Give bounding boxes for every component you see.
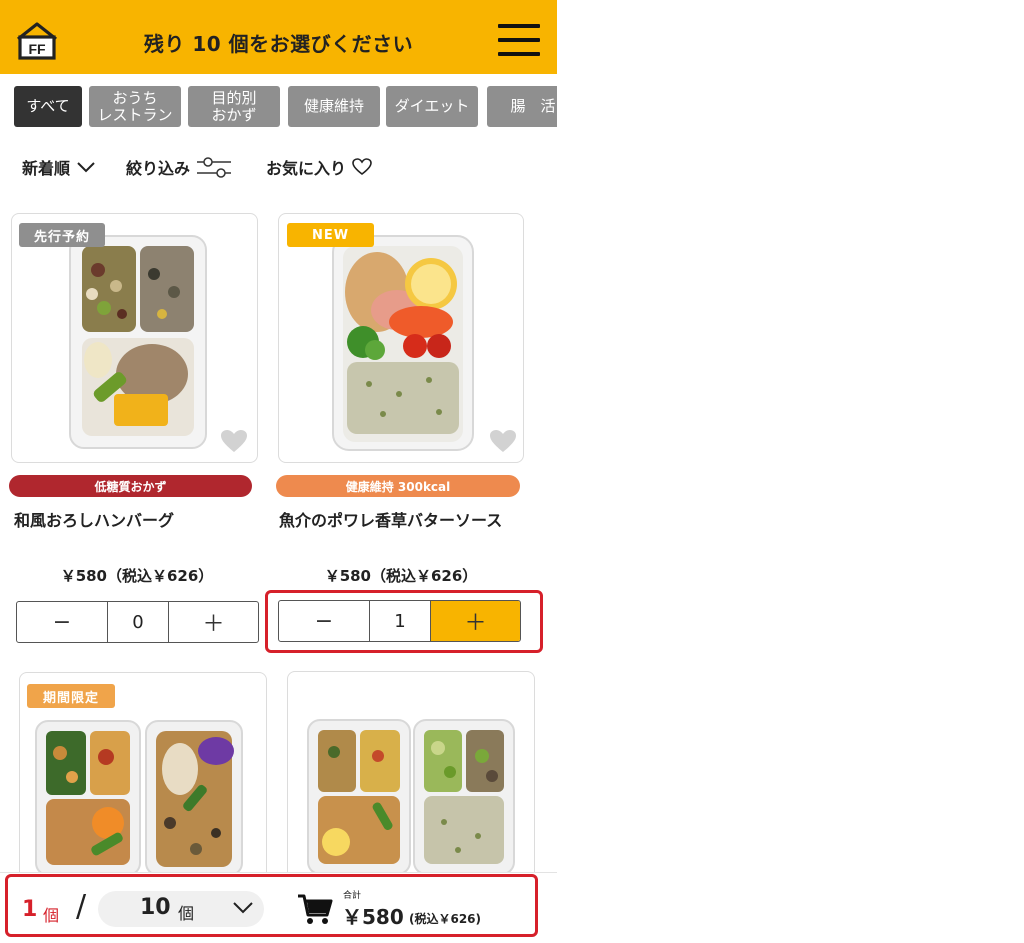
hamburger-menu-icon[interactable] (498, 24, 540, 60)
product-price: ￥580（税込￥626） (60, 567, 214, 585)
tab-diet[interactable]: ダイエット (386, 86, 478, 127)
limited-time-badge: 期間限定 (27, 684, 115, 708)
product-image[interactable] (287, 671, 535, 882)
quantity-value: 0 (107, 602, 169, 642)
filter-label: 絞り込み (126, 159, 191, 178)
summary-highlight-box (5, 874, 538, 937)
meal-tray-image (69, 235, 207, 449)
category-pill: 健康維持 300kcal (276, 475, 520, 497)
logo-text: FF (28, 41, 46, 57)
stepper-highlight-box (265, 590, 543, 653)
favorite-heart-icon[interactable] (489, 429, 517, 453)
increment-button[interactable]: ＋ (169, 602, 258, 642)
sort-newest-dropdown[interactable]: 新着順 (22, 155, 96, 179)
quantity-stepper: − 0 ＋ (16, 601, 259, 643)
sort-filter-row: 新着順 絞り込み お気に入り (22, 155, 542, 181)
sort-newest-label: 新着順 (22, 159, 71, 178)
category-pill: 低糖質おかず (9, 475, 252, 497)
product-image[interactable] (11, 213, 258, 463)
favorite-heart-icon[interactable] (220, 429, 248, 453)
app-screen: FF 残り 10 個をお選びください すべて おうち レストラン 目的別 おかず… (0, 0, 557, 943)
home-logo-icon[interactable]: FF (14, 21, 60, 61)
heart-outline-icon (352, 158, 372, 176)
meal-tray-image (332, 235, 474, 451)
header-bar: FF 残り 10 個をお選びください (0, 0, 557, 74)
product-name[interactable]: 和風おろしハンバーグ (14, 507, 174, 531)
tab-home-restaurant[interactable]: おうち レストラン (89, 86, 181, 127)
tab-health[interactable]: 健康維持 (288, 86, 380, 127)
product-image[interactable] (278, 213, 524, 463)
new-badge: NEW (287, 223, 374, 247)
tab-all[interactable]: すべて (14, 86, 82, 127)
tab-gut-health[interactable]: 腸 活 (487, 86, 557, 127)
product-price: ￥580（税込￥626） (324, 567, 478, 585)
filter-sliders-icon (197, 157, 232, 178)
tab-purpose-dishes[interactable]: 目的別 おかず (188, 86, 280, 127)
favorites-label: お気に入り (266, 159, 347, 178)
chevron-down-icon (77, 162, 95, 173)
decrement-button[interactable]: − (17, 602, 107, 642)
product-name[interactable]: 魚介のポワレ香草バターソース (279, 507, 502, 531)
favorites-filter[interactable]: お気に入り (266, 155, 372, 179)
filter-button[interactable]: 絞り込み (126, 155, 232, 179)
preorder-badge: 先行予約 (19, 223, 105, 247)
page-title: 残り 10 個をお選びください (143, 32, 414, 56)
meal-tray-image (307, 719, 515, 875)
category-tabs: すべて おうち レストラン 目的別 おかず 健康維持 ダイエット 腸 活 (14, 86, 557, 128)
